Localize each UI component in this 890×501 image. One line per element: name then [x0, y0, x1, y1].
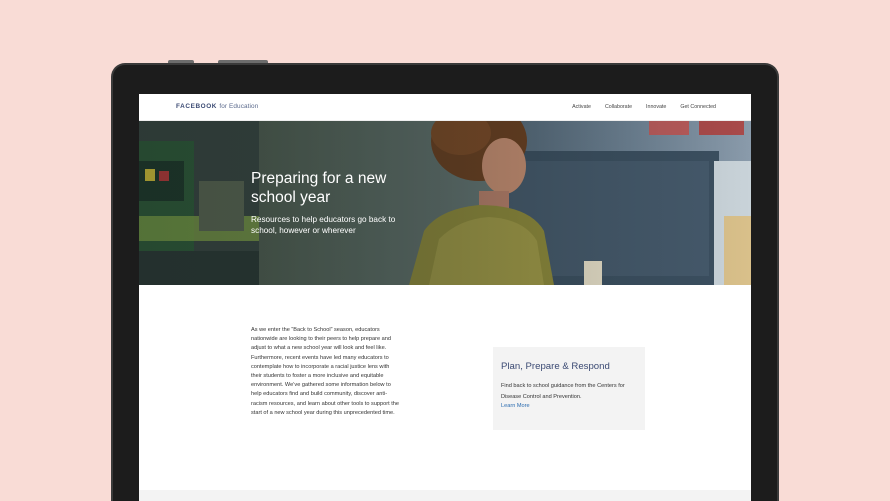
- hero-overlay: [139, 121, 751, 285]
- resource-card: Plan, Prepare & Respond Find back to sch…: [493, 347, 645, 430]
- hero-banner: Preparing for a new school year Resource…: [139, 121, 751, 285]
- brand-name: FACEBOOK: [176, 103, 218, 110]
- nav-link-innovate[interactable]: Innovate: [646, 104, 666, 110]
- top-navbar: FACEBOOK for Education Activate Collabor…: [139, 94, 751, 121]
- card-title: Plan, Prepare & Respond: [501, 361, 610, 372]
- hero-title: Preparing for a new school year: [251, 170, 387, 206]
- browser-screen: FACEBOOK for Education Activate Collabor…: [139, 94, 751, 501]
- nav-links: Activate Collaborate Innovate Get Connec…: [572, 104, 716, 110]
- brand-logo[interactable]: FACEBOOK for Education: [176, 103, 258, 110]
- card-text: Find back to school guidance from the Ce…: [501, 383, 625, 400]
- nav-link-activate[interactable]: Activate: [572, 104, 591, 110]
- brand-suffix: for Education: [219, 103, 259, 110]
- nav-link-collaborate[interactable]: Collaborate: [605, 104, 632, 110]
- nav-link-get-connected[interactable]: Get Connected: [680, 104, 716, 110]
- footer-strip: [139, 490, 751, 501]
- intro-paragraph: As we enter the “Back to School” season,…: [251, 327, 400, 416]
- hero-subtitle: Resources to help educators go back to s…: [251, 215, 396, 235]
- learn-more-link[interactable]: Learn More: [501, 403, 530, 409]
